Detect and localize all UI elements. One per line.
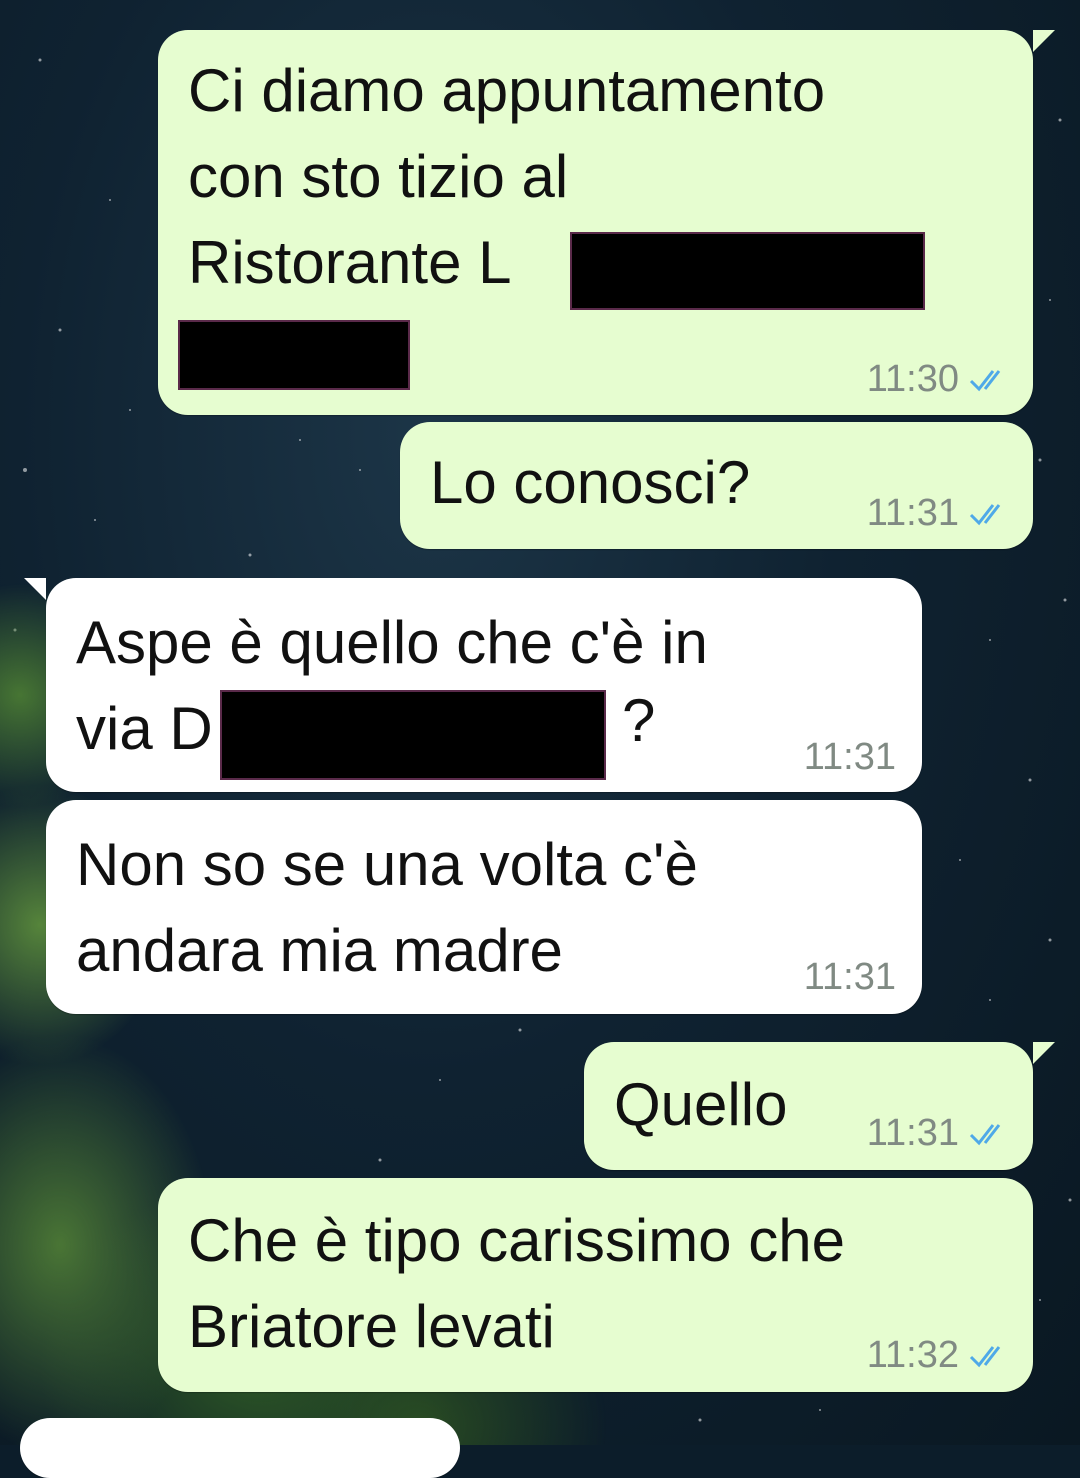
message-bubble-incoming[interactable]: Aspe è quello che c'è in via D ? 11:31 [24, 578, 922, 792]
message-text-line: con sto tizio al [188, 143, 569, 210]
message-text-line: Che è tipo carissimo che [188, 1207, 845, 1274]
message-text-line: Briatore levati [188, 1293, 555, 1360]
message-text-line: Aspe è quello che c'è in [76, 609, 708, 676]
message-bubble-outgoing[interactable]: Quello 11:31 [584, 1042, 1055, 1170]
message-text-line: andara mia madre [76, 917, 563, 984]
double-check-blue-icon [969, 369, 1001, 391]
double-check-blue-icon [969, 503, 1001, 525]
message-text-line: via D [76, 695, 213, 762]
message-bubble-outgoing[interactable]: Ci diamo appuntamento con sto tizio al R… [158, 30, 1055, 415]
message-meta: 11:31 [867, 1112, 1009, 1155]
redaction-block [570, 232, 925, 310]
message-time: 11:31 [866, 492, 959, 534]
message-text-line: Lo conosci? [430, 449, 751, 516]
message-text-line: Ci diamo appuntamento [188, 57, 826, 124]
message-text-line: Ristorante L [188, 229, 512, 296]
double-check-blue-icon [969, 1345, 1001, 1367]
message-bubble-incoming-partial[interactable] [20, 1418, 460, 1478]
message-time: 11:31 [803, 736, 896, 778]
message-meta: 11:30 [867, 358, 1009, 401]
message-meta: 11:31 [867, 492, 1009, 535]
message-text-line: ? [622, 687, 656, 754]
bubble-tail [1033, 30, 1055, 52]
message-time: 11:30 [866, 358, 959, 400]
message-bubble-outgoing[interactable]: Lo conosci? 11:31 [400, 422, 1033, 549]
redaction-block [178, 320, 410, 390]
message-text-line: Quello [614, 1071, 788, 1138]
message-time: 11:32 [866, 1334, 959, 1376]
message-text-line: Non so se una volta c'è [76, 831, 698, 898]
message-meta: 11:31 [804, 736, 896, 779]
message-bubble-outgoing[interactable]: Che è tipo carissimo che Briatore levati… [158, 1178, 1033, 1392]
bubble-tail [24, 578, 46, 600]
message-meta: 11:32 [867, 1334, 1009, 1377]
redaction-block [220, 690, 606, 780]
message-meta: 11:31 [804, 956, 896, 999]
double-check-blue-icon [969, 1123, 1001, 1145]
bubble-tail [1033, 1042, 1055, 1064]
message-time: 11:31 [803, 956, 896, 998]
message-time: 11:31 [866, 1112, 959, 1154]
message-bubble-incoming[interactable]: Non so se una volta c'è andara mia madre… [46, 800, 922, 1014]
